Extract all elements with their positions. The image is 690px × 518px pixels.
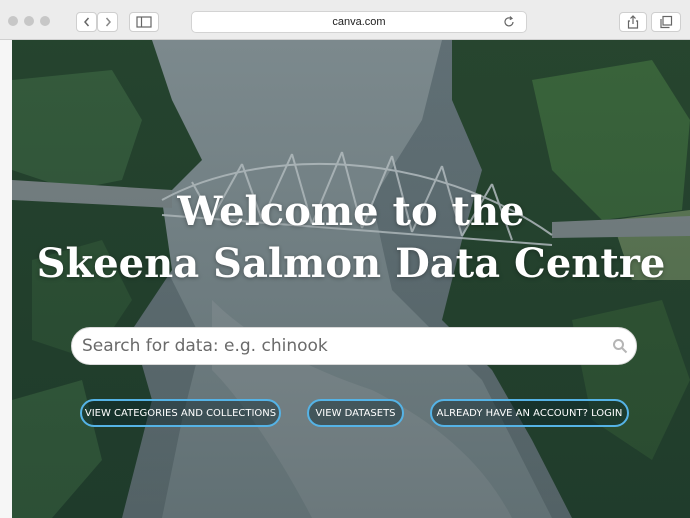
view-categories-button[interactable]: VIEW CATEGORIES AND COLLECTIONS bbox=[80, 399, 281, 427]
page-content: Welcome to the Skeena Salmon Data Centre… bbox=[12, 40, 690, 518]
tabs-icon bbox=[660, 15, 673, 29]
address-bar[interactable]: canva.com bbox=[191, 11, 527, 33]
search-input[interactable]: Search for data: e.g. chinook bbox=[71, 327, 637, 365]
sidebar-icon bbox=[136, 16, 152, 28]
share-icon bbox=[627, 15, 639, 29]
share-button[interactable] bbox=[619, 12, 647, 32]
reload-icon[interactable] bbox=[502, 15, 516, 29]
browser-window: canva.com Welcome to the Skeena Salmon D… bbox=[0, 0, 690, 518]
minimize-window-button[interactable] bbox=[24, 16, 34, 26]
search-icon[interactable] bbox=[612, 338, 628, 354]
back-chevron-icon bbox=[83, 17, 89, 27]
tabs-button[interactable] bbox=[651, 12, 681, 32]
sidebar-button[interactable] bbox=[129, 12, 159, 32]
zoom-window-button[interactable] bbox=[40, 16, 50, 26]
back-button[interactable] bbox=[76, 12, 97, 32]
hero-title-line1: Welcome to the bbox=[177, 188, 525, 235]
close-window-button[interactable] bbox=[8, 16, 18, 26]
view-datasets-button[interactable]: VIEW DATASETS bbox=[307, 399, 404, 427]
hero-title-line2: Skeena Salmon Data Centre bbox=[36, 240, 666, 287]
search-placeholder: Search for data: e.g. chinook bbox=[82, 336, 328, 356]
forward-button[interactable] bbox=[97, 12, 118, 32]
address-url: canva.com bbox=[332, 16, 386, 28]
forward-chevron-icon bbox=[105, 17, 111, 27]
login-button[interactable]: ALREADY HAVE AN ACCOUNT? LOGIN bbox=[430, 399, 629, 427]
browser-toolbar: canva.com bbox=[0, 0, 690, 40]
